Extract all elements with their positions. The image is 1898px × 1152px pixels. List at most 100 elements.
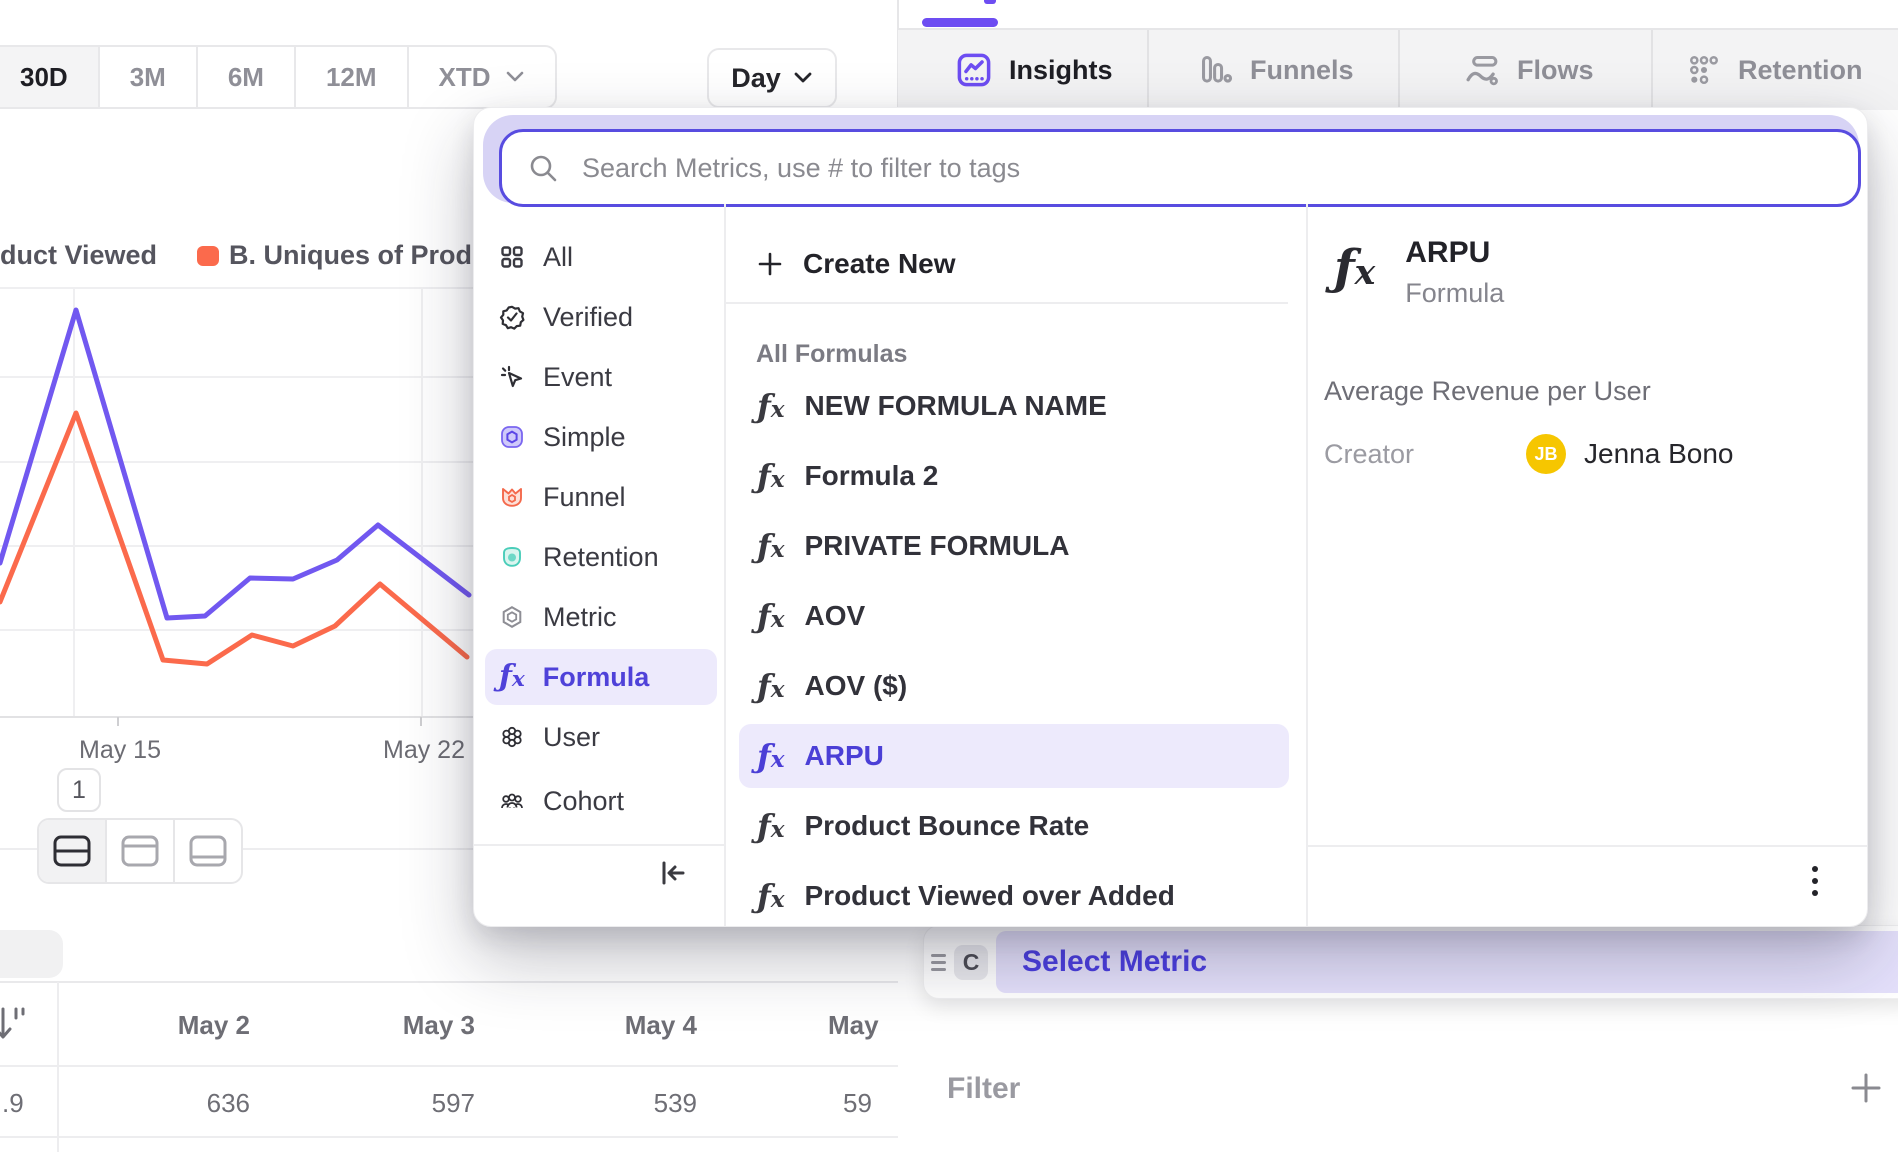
insights-icon (955, 51, 993, 89)
formula-icon: ƒx (757, 670, 785, 702)
time-range-12m[interactable]: 12M (296, 47, 409, 107)
column-header[interactable]: May 4 (545, 1010, 697, 1041)
search-box[interactable] (499, 129, 1861, 207)
time-range-30d[interactable]: 30D (0, 47, 100, 107)
category-simple[interactable]: Simple (485, 409, 717, 465)
formula-icon: ƒx (757, 740, 785, 772)
table-header-divider (0, 1065, 898, 1067)
category-cohort[interactable]: Cohort (485, 773, 717, 829)
formula-name: ARPU (805, 740, 884, 772)
clause-letter-badge: C (954, 945, 988, 980)
formula-list-item[interactable]: ƒx Product Viewed over Added (739, 864, 1289, 928)
collapse-left-icon (656, 856, 690, 890)
select-metric-label: Select Metric (1022, 945, 1207, 979)
plus-icon (1848, 1070, 1884, 1106)
row-label-fragment: .9 (2, 1088, 24, 1119)
layout-bottom-panel-button[interactable] (175, 820, 241, 882)
tab-divider (1147, 30, 1149, 110)
category-label: Simple (543, 422, 626, 453)
tab-label: Retention (1738, 55, 1863, 86)
time-range-xtd-label: XTD (439, 62, 491, 93)
verified-badge-icon (499, 304, 525, 330)
report-tabbar: Insights Funnels Flows (898, 30, 1898, 110)
category-verified[interactable]: Verified (485, 289, 717, 345)
table-corner-pill (0, 930, 63, 978)
formula-list-item[interactable]: ƒx AOV ($) (739, 654, 1289, 718)
avatar: JB (1526, 434, 1566, 474)
creator-name: Jenna Bono (1584, 438, 1733, 470)
add-filter-button[interactable] (1848, 1070, 1884, 1106)
category-event[interactable]: Event (485, 349, 717, 405)
search-input[interactable] (580, 152, 1858, 185)
cohort-people-icon (499, 788, 525, 814)
category-label: Retention (543, 542, 659, 573)
table-cell: 539 (545, 1088, 697, 1119)
category-all[interactable]: All (485, 229, 717, 285)
category-label: All (543, 242, 573, 273)
formula-list-item[interactable]: ƒx NEW FORMULA NAME (739, 374, 1289, 438)
sort-icon[interactable] (0, 1006, 26, 1042)
formula-icon: ƒx (499, 662, 525, 692)
filter-section-label: Filter (947, 1072, 1020, 1106)
formula-icon: ƒx (757, 530, 785, 562)
kebab-menu-button[interactable] (1812, 860, 1818, 902)
category-user[interactable]: User (485, 709, 717, 765)
table-row-divider (0, 1136, 898, 1138)
detail-footer-divider (1307, 845, 1867, 847)
formula-list-item-selected[interactable]: ƒx ARPU (739, 724, 1289, 788)
column-header[interactable]: May 3 (323, 1010, 475, 1041)
formula-list-item[interactable]: ƒx Product Bounce Rate (739, 794, 1289, 858)
chevron-down-icon (793, 71, 813, 85)
formula-name: NEW FORMULA NAME (805, 390, 1107, 422)
tab-label: Funnels (1250, 55, 1354, 86)
collapse-sidebar-button[interactable] (656, 856, 690, 890)
category-label: Verified (543, 302, 633, 333)
table-cell: 59 (843, 1088, 872, 1119)
detail-description: Average Revenue per User (1324, 376, 1651, 407)
formula-icon: ƒx (757, 880, 785, 912)
table-top-border (0, 981, 898, 983)
layout-top-panel-button[interactable] (107, 820, 175, 882)
metric-picker-panel: All Verified Event Simple (473, 107, 1868, 927)
active-report-indicator (922, 18, 998, 27)
event-cursor-icon (499, 364, 525, 390)
tab-retention[interactable]: Retention (1686, 30, 1863, 110)
time-range-xtd-dropdown[interactable]: XTD (409, 47, 555, 107)
category-label: Formula (543, 662, 650, 693)
time-range-3m[interactable]: 3M (100, 47, 198, 107)
select-metric-button[interactable]: Select Metric (996, 931, 1898, 993)
granularity-dropdown[interactable]: Day (707, 48, 837, 108)
layout-split-rows-button[interactable] (39, 820, 107, 882)
metric-hexagon-icon (499, 604, 525, 630)
tab-funnels[interactable]: Funnels (1198, 30, 1354, 110)
tab-flows[interactable]: Flows (1463, 30, 1594, 110)
series-a-line (0, 310, 469, 618)
detail-type: Formula (1405, 278, 1504, 309)
list-column-divider (1306, 204, 1308, 926)
split-rows-icon (52, 834, 92, 868)
tab-insights[interactable]: Insights (955, 30, 1113, 110)
top-panel-icon (120, 834, 160, 868)
plus-icon (757, 251, 783, 277)
category-metric[interactable]: Metric (485, 589, 717, 645)
time-range-6m[interactable]: 6M (198, 47, 296, 107)
formula-list-item[interactable]: ƒx Formula 2 (739, 444, 1289, 508)
table-cell: 636 (98, 1088, 250, 1119)
category-funnel[interactable]: Funnel (485, 469, 717, 525)
formula-name: AOV (805, 600, 866, 632)
create-new-button[interactable]: Create New (739, 232, 1289, 296)
tab-label: Insights (1009, 55, 1113, 86)
column-header[interactable]: May (828, 1010, 879, 1041)
line-chart[interactable] (0, 230, 480, 790)
column-header[interactable]: May 2 (98, 1010, 250, 1041)
drag-handle-icon[interactable] (931, 950, 946, 975)
detail-title: ARPU (1405, 236, 1504, 270)
formula-list-item[interactable]: ƒx PRIVATE FORMULA (739, 514, 1289, 578)
funnels-icon (1198, 52, 1234, 88)
category-retention[interactable]: Retention (485, 529, 717, 585)
bottom-panel-icon (188, 834, 228, 868)
retention-metric-icon (499, 544, 525, 570)
category-label: User (543, 722, 600, 753)
category-formula[interactable]: ƒx Formula (485, 649, 717, 705)
formula-list-item[interactable]: ƒx AOV (739, 584, 1289, 648)
